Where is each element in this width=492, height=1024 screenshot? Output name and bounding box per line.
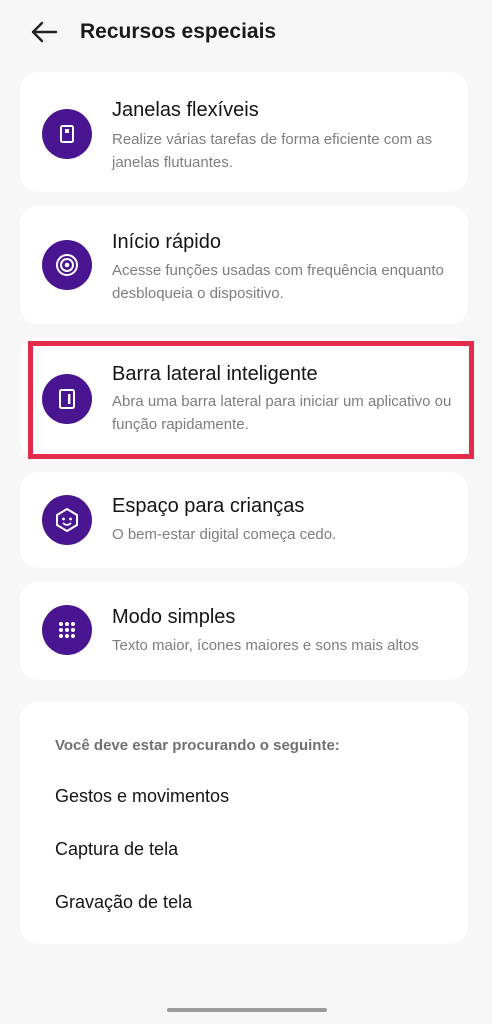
feature-card-quick-launch[interactable]: Início rápido Acesse funções usadas com … [20, 206, 468, 324]
feature-title: Barra lateral inteligente [112, 363, 318, 385]
feature-card-flexible-windows[interactable]: Janelas flexíveis Realize várias tarefas… [20, 72, 468, 192]
back-button[interactable] [28, 18, 60, 46]
suggestions-card: Você deve estar procurando o seguinte: G… [20, 702, 468, 944]
suggestions-heading: Você deve estar procurando o seguinte: [55, 737, 340, 754]
feature-title: Modo simples [112, 606, 236, 628]
feature-description: O bem-estar digital começa cedo. [112, 526, 337, 543]
quick-launch-icon [42, 240, 92, 290]
flexible-window-icon [42, 109, 92, 159]
suggestion-item-gestures[interactable]: Gestos e movimentos [55, 784, 229, 808]
feature-title: Janelas flexíveis [112, 99, 259, 121]
page-title: Recursos especiais [80, 20, 277, 43]
feature-title: Espaço para crianças [112, 495, 305, 517]
suggestion-item-screenshot[interactable]: Captura de tela [55, 837, 178, 861]
arrow-left-icon [31, 21, 58, 43]
feature-description: Texto maior, ícones maiores e sons mais … [112, 637, 419, 654]
suggestion-item-screen-recording[interactable]: Gravação de tela [55, 890, 192, 914]
smart-sidebar-icon [42, 374, 92, 424]
feature-card-simple-mode[interactable]: Modo simples Texto maior, ícones maiores… [20, 582, 468, 680]
feature-description: Realize várias tarefas de forma eficient… [112, 131, 433, 171]
feature-card-smart-sidebar[interactable]: Barra lateral inteligente Abra uma barra… [20, 338, 468, 458]
feature-title: Início rápido [112, 231, 221, 253]
feature-card-kids-space[interactable]: Espaço para crianças O bem-estar digital… [20, 472, 468, 568]
kids-face-icon [42, 495, 92, 545]
grid-dots-icon [42, 605, 92, 655]
top-bar: Recursos especiais [0, 0, 492, 66]
home-indicator[interactable] [167, 1008, 327, 1012]
feature-description: Abra uma barra lateral para iniciar um a… [112, 393, 452, 433]
feature-description: Acesse funções usadas com frequência enq… [112, 262, 444, 302]
